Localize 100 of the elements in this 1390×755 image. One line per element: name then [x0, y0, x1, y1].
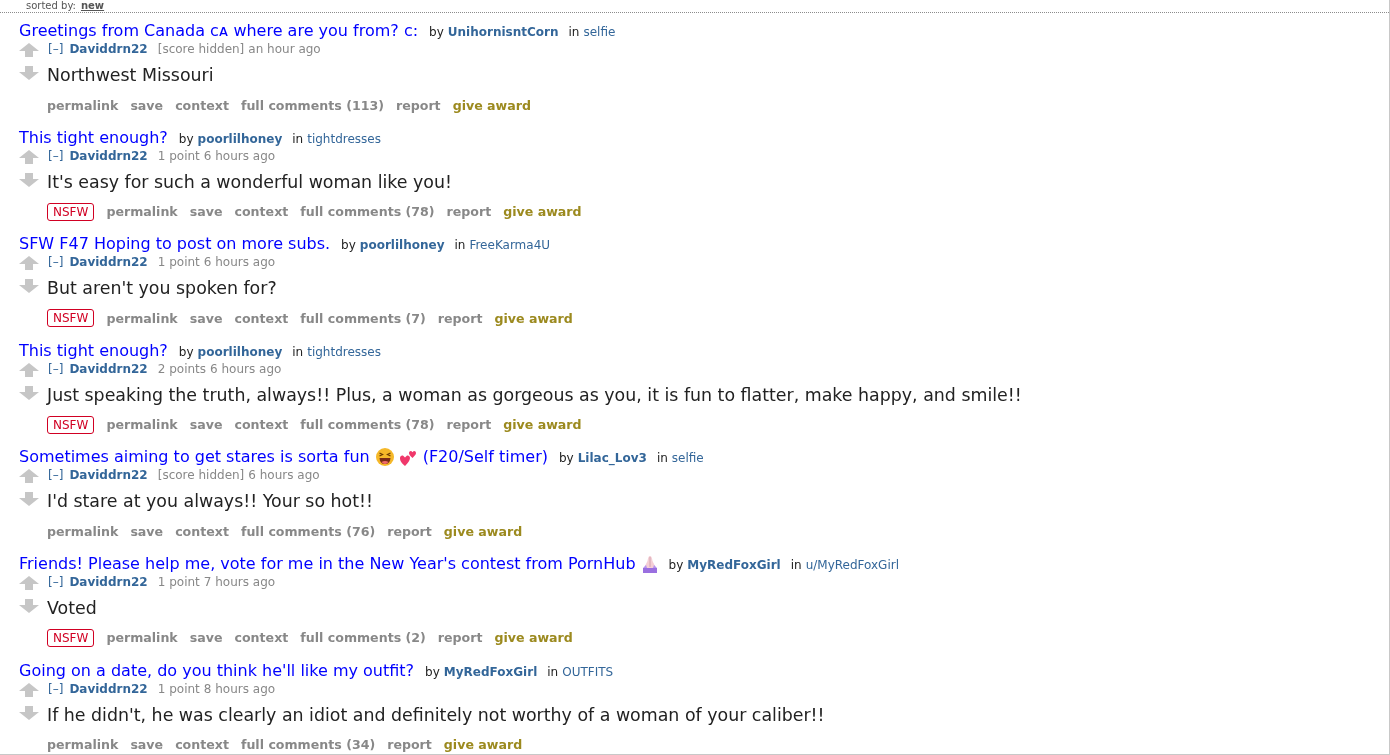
comment-action-link[interactable]: full comments (76) — [240, 523, 376, 539]
post-title-link[interactable]: This tight enough? — [19, 340, 168, 361]
upvote-arrow-icon[interactable] — [19, 256, 39, 271]
subreddit-link[interactable]: tightdresses — [307, 128, 381, 149]
comment-action-link[interactable]: full comments (2) — [300, 630, 426, 646]
downvote-arrow-icon[interactable] — [19, 705, 39, 720]
upvote-arrow-icon[interactable] — [19, 362, 39, 377]
post-author-link[interactable]: Lilac_Lov3 — [577, 448, 647, 469]
downvote-arrow-icon[interactable] — [19, 66, 39, 80]
comment-action-link[interactable]: save — [130, 97, 164, 113]
comment-author-link[interactable]: Daviddrn22 — [69, 680, 148, 697]
post-author-link[interactable]: MyRedFoxGirl — [687, 554, 781, 575]
give-award-link[interactable]: give award — [443, 737, 523, 753]
subreddit-link[interactable]: FreeKarma4U — [469, 235, 551, 256]
collapse-toggle[interactable]: [–] — [48, 467, 64, 484]
comment-action-link[interactable]: context — [234, 417, 289, 433]
comment-action-link[interactable]: permalink — [47, 97, 119, 113]
comment-action-link[interactable]: full comments (34) — [240, 737, 376, 753]
comment-action-link[interactable]: context — [234, 310, 289, 326]
comment-action-link[interactable]: full comments (113) — [240, 97, 384, 113]
collapse-toggle[interactable]: [–] — [48, 360, 64, 377]
score-text: [score hidden] — [157, 467, 245, 484]
in-label: in — [547, 663, 559, 681]
comment-action-link[interactable]: save — [130, 737, 164, 753]
collapse-toggle[interactable]: [–] — [48, 254, 64, 271]
comment-action-link[interactable]: permalink — [106, 204, 178, 220]
sort-option-link[interactable]: new — [80, 0, 105, 11]
give-award-link[interactable]: give award — [452, 97, 531, 113]
comment-action-link[interactable]: context — [175, 97, 229, 113]
comment-action-link[interactable]: save — [189, 204, 223, 220]
downvote-arrow-icon[interactable] — [19, 172, 39, 187]
downvote-arrow-icon[interactable] — [19, 279, 39, 294]
comment-action-link[interactable]: save — [189, 630, 223, 646]
comment-author-link[interactable]: Daviddrn22 — [69, 41, 148, 57]
downvote-arrow-icon[interactable] — [19, 492, 39, 507]
timestamp-text: 6 hours ago — [248, 467, 320, 484]
comment-action-link[interactable]: permalink — [106, 417, 178, 433]
comment-action-link[interactable]: report — [387, 523, 432, 539]
comment-author-link[interactable]: Daviddrn22 — [69, 254, 148, 271]
comment-action-link[interactable]: context — [234, 204, 289, 220]
post-author-link[interactable]: MyRedFoxGirl — [443, 661, 538, 682]
upvote-arrow-icon[interactable] — [19, 682, 39, 697]
comment-action-link[interactable]: full comments (78) — [300, 417, 435, 433]
post-author-link[interactable]: poorlilhoney — [197, 128, 283, 149]
give-award-link[interactable]: give award — [503, 204, 582, 220]
comment-action-link[interactable]: report — [387, 737, 432, 753]
by-label: by — [341, 237, 356, 255]
in-label: in — [292, 130, 304, 148]
comment-author-link[interactable]: Daviddrn22 — [69, 147, 148, 164]
comment-author-link[interactable]: Daviddrn22 — [69, 573, 148, 590]
give-award-link[interactable]: give award — [494, 630, 573, 646]
collapse-toggle[interactable]: [–] — [48, 147, 64, 164]
comment-action-link[interactable]: context — [175, 523, 229, 539]
comment-text: Northwest Missouri — [47, 64, 215, 87]
comment-action-link[interactable]: context — [175, 737, 229, 753]
comment-action-link[interactable]: permalink — [47, 737, 119, 753]
comment-action-link[interactable]: report — [446, 417, 492, 433]
comment-action-link[interactable]: permalink — [47, 523, 119, 539]
collapse-toggle[interactable]: [–] — [48, 680, 64, 697]
comment-action-link[interactable]: permalink — [106, 310, 178, 326]
give-award-link[interactable]: give award — [443, 523, 523, 539]
post-title-link[interactable]: This tight enough? — [19, 127, 168, 148]
comment-action-link[interactable]: report — [446, 204, 492, 220]
subreddit-link[interactable]: selfie — [671, 448, 704, 469]
upvote-arrow-icon[interactable] — [19, 575, 39, 590]
subreddit-link[interactable]: selfie — [583, 22, 616, 42]
comment-author-link[interactable]: Daviddrn22 — [69, 467, 148, 484]
comment-action-link[interactable]: report — [437, 310, 483, 326]
comment-action-link[interactable]: context — [234, 630, 289, 646]
in-label: in — [656, 450, 668, 468]
subreddit-link[interactable]: tightdresses — [307, 341, 381, 362]
downvote-arrow-icon[interactable] — [19, 598, 39, 613]
post-author-link[interactable]: poorlilhoney — [197, 341, 283, 362]
upvote-arrow-icon[interactable] — [19, 43, 39, 57]
comment-action-link[interactable]: permalink — [106, 630, 178, 646]
give-award-link[interactable]: give award — [494, 310, 573, 326]
comment-action-link[interactable]: report — [437, 630, 483, 646]
downvote-arrow-icon[interactable] — [19, 385, 39, 400]
collapse-toggle[interactable]: [–] — [48, 573, 64, 590]
post-author-link[interactable]: UnihornisntCorn — [447, 22, 559, 42]
post-title-link[interactable]: Greetings from Canada ᴄᴀ where are you from? c: — [19, 21, 419, 41]
subreddit-link[interactable]: OUTFITS — [562, 661, 614, 682]
comment-author-link[interactable]: Daviddrn22 — [69, 360, 148, 377]
upvote-arrow-icon[interactable] — [19, 469, 39, 484]
post-title-link[interactable]: Friends! Please help me, vote for me in the New Year's contest from PornHub — [19, 553, 658, 574]
in-label: in — [292, 343, 304, 361]
comment-action-link[interactable]: full comments (7) — [300, 310, 426, 326]
comment-action-link[interactable]: full comments (78) — [300, 204, 435, 220]
give-award-link[interactable]: give award — [503, 417, 582, 433]
collapse-toggle[interactable]: [–] — [48, 41, 64, 57]
upvote-arrow-icon[interactable] — [19, 149, 39, 164]
post-title-link[interactable]: SFW F47 Hoping to post on more subs. — [19, 234, 331, 255]
comment-action-link[interactable]: save — [189, 417, 223, 433]
post-title-link[interactable]: Going on a date, do you think he'll like my outfit? — [19, 660, 415, 681]
post-author-link[interactable]: poorlilhoney — [359, 235, 445, 256]
comment-action-link[interactable]: save — [130, 523, 164, 539]
post-title-link[interactable]: Sometimes aiming to get stares is sorta fun (F20/Self timer) — [19, 447, 548, 468]
comment-action-link[interactable]: save — [189, 310, 223, 326]
subreddit-link[interactable]: u/MyRedFoxGirl — [805, 554, 900, 575]
comment-action-link[interactable]: report — [395, 97, 441, 113]
